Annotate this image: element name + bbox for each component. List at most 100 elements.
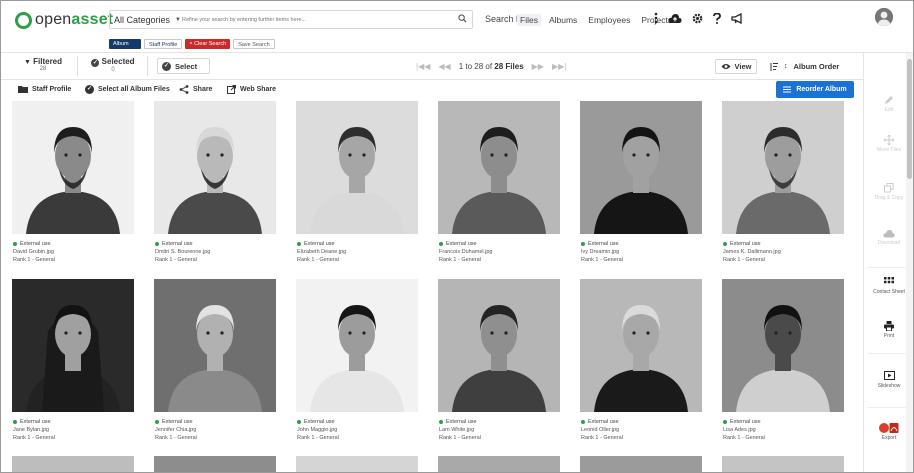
chip-staff-profile[interactable]: Staff Profile bbox=[144, 39, 183, 49]
staff-profile-action[interactable]: Staff Profile bbox=[18, 85, 71, 93]
first-page-icon[interactable]: |◀◀ bbox=[416, 62, 430, 71]
sort-order-dropdown[interactable]: ↕ Album Order bbox=[769, 59, 853, 74]
portrait-photo[interactable] bbox=[296, 101, 418, 234]
filtered-count: 28 bbox=[39, 66, 47, 72]
file-name[interactable]: Elizabeth Deane.jpg bbox=[297, 248, 346, 256]
file-rank: Rank 1 - General bbox=[439, 435, 481, 441]
file-card[interactable]: External use Francois Duhamel.jpg Rank 1 -… bbox=[434, 101, 564, 273]
megaphone-icon[interactable] bbox=[731, 12, 744, 24]
portrait-photo[interactable] bbox=[438, 101, 560, 234]
portrait-photo[interactable] bbox=[154, 101, 276, 234]
check-circle-icon: ✓ bbox=[91, 59, 100, 67]
share-button[interactable]: Share bbox=[179, 85, 212, 94]
filtered-tab[interactable]: ▼ Filtered 28 bbox=[17, 57, 69, 72]
more-vertical-icon[interactable] bbox=[654, 12, 658, 24]
sidebar-move-label: Move Files bbox=[876, 147, 902, 153]
openasset-logo[interactable]: openasset bbox=[15, 11, 113, 29]
save-search-button[interactable]: Save Search bbox=[233, 39, 275, 49]
selected-tab[interactable]: ✓ Selected 0 bbox=[85, 57, 141, 73]
file-card[interactable]: External use Dmitri S. Bourenne.jpg Rank 1… bbox=[150, 101, 280, 273]
file-name[interactable]: David Grubin.jpg bbox=[13, 248, 55, 256]
nav-employees[interactable]: Employees bbox=[585, 14, 633, 26]
view-button[interactable]: View bbox=[715, 59, 757, 74]
last-page-icon[interactable]: ▶▶| bbox=[552, 62, 566, 71]
status-dot-icon bbox=[155, 242, 159, 246]
file-card[interactable]: External use Leonid Oller.jpg Rank 1 - Gen… bbox=[576, 279, 706, 451]
logo-ring-icon bbox=[15, 11, 32, 29]
file-card[interactable]: External use Ivy Dreamin.jpg Rank 1 - Gene… bbox=[576, 101, 706, 273]
move-icon bbox=[884, 135, 894, 145]
web-share-button[interactable]: Web Share bbox=[227, 85, 276, 94]
search-input[interactable] bbox=[178, 12, 446, 27]
status-dot-icon bbox=[155, 420, 159, 424]
prev-page-icon[interactable]: ◀◀ bbox=[438, 62, 450, 71]
portrait-photo[interactable] bbox=[722, 279, 844, 412]
toolbar-divider bbox=[77, 56, 78, 76]
file-meta: External use Jennifer Chia.jpg Rank 1 - Ge… bbox=[155, 418, 197, 442]
export-icon bbox=[879, 423, 899, 433]
reorder-album-button[interactable]: Reorder Album bbox=[776, 81, 854, 98]
file-name[interactable]: Leonid Oller.jpg bbox=[581, 426, 623, 434]
usage-label: External use bbox=[588, 241, 619, 247]
help-icon[interactable] bbox=[713, 12, 721, 24]
nav-albums[interactable]: Albums bbox=[546, 14, 580, 26]
portrait-photo[interactable] bbox=[154, 279, 276, 412]
clear-search-button[interactable]: × Clear Search bbox=[185, 39, 231, 49]
portrait-photo[interactable] bbox=[438, 279, 560, 412]
sidebar-separator bbox=[868, 267, 910, 268]
select-all-album-files-button[interactable]: ✓ Select all Album Files bbox=[85, 85, 170, 94]
gear-icon[interactable] bbox=[692, 13, 703, 24]
file-meta: External use Leonid Oller.jpg Rank 1 - Gen… bbox=[581, 418, 623, 442]
status-dot-icon bbox=[439, 420, 443, 424]
share-icon bbox=[179, 85, 189, 94]
file-card[interactable]: External use Lam White.jpg Rank 1 - Genera… bbox=[434, 279, 564, 451]
file-card[interactable]: External use James K. Dallimann.jpg Rank 1… bbox=[718, 101, 848, 273]
file-name[interactable]: Francois Duhamel.jpg bbox=[439, 248, 493, 256]
nav-files[interactable]: Files bbox=[517, 14, 541, 26]
portrait-photo[interactable] bbox=[296, 279, 418, 412]
portrait-photo[interactable] bbox=[580, 279, 702, 412]
file-rank: Rank 1 - General bbox=[155, 435, 197, 441]
list-icon bbox=[783, 86, 792, 93]
file-name[interactable]: Jane Bylan.jpg bbox=[13, 426, 55, 434]
file-meta: External use Lisa Ades.jpg Rank 1 - Genera… bbox=[723, 418, 765, 442]
file-name[interactable]: Jennifer Chia.jpg bbox=[155, 426, 197, 434]
file-name[interactable]: Dmitri S. Bourenne.jpg bbox=[155, 248, 210, 256]
portrait-photo[interactable] bbox=[12, 279, 134, 412]
chip-album[interactable]: Album bbox=[109, 39, 141, 49]
file-name[interactable]: John Maggio.jpg bbox=[297, 426, 339, 434]
file-card[interactable]: External use Jennifer Chia.jpg Rank 1 - Ge… bbox=[150, 279, 280, 451]
file-card[interactable]: External use David Grubin.jpg Rank 1 - Gen… bbox=[8, 101, 138, 273]
page-scrollbar-thumb[interactable] bbox=[907, 59, 912, 179]
pager-range: 1 to 28 of bbox=[458, 62, 493, 71]
file-card[interactable]: External use Elizabeth Deane.jpg Rank 1 - … bbox=[292, 101, 422, 273]
logo-brand-suffix: asset bbox=[71, 11, 114, 28]
file-card[interactable]: External use Jane Bylan.jpg Rank 1 - Gener… bbox=[8, 279, 138, 451]
file-name[interactable]: Ivy Dreamin.jpg bbox=[581, 248, 623, 256]
usage-status: External use bbox=[297, 418, 339, 426]
next-page-icon[interactable]: ▶▶ bbox=[532, 62, 544, 71]
select-button[interactable]: ✓ Select bbox=[157, 58, 210, 74]
search-icon[interactable] bbox=[458, 14, 467, 23]
sidebar-download-label: Download bbox=[877, 240, 901, 246]
file-card[interactable]: External use John Maggio.jpg Rank 1 - Gene… bbox=[292, 279, 422, 451]
portrait-photo[interactable] bbox=[580, 101, 702, 234]
file-name[interactable]: James K. Dallimann.jpg bbox=[723, 248, 781, 256]
usage-label: External use bbox=[304, 419, 335, 425]
file-card[interactable]: External use Lisa Ades.jpg Rank 1 - Genera… bbox=[718, 279, 848, 451]
usage-label: External use bbox=[588, 419, 619, 425]
sidebar-separator bbox=[868, 407, 910, 408]
photo-peek bbox=[580, 456, 702, 472]
portrait-photo[interactable] bbox=[722, 101, 844, 234]
portrait-photo[interactable] bbox=[12, 101, 134, 234]
pagination: |◀◀ ◀◀ 1 to 28 of 28 Files ▶▶ ▶▶| bbox=[416, 62, 566, 71]
file-rank: Rank 1 - General bbox=[13, 257, 55, 263]
usage-label: External use bbox=[20, 241, 51, 247]
user-avatar[interactable] bbox=[875, 8, 893, 26]
usage-label: External use bbox=[730, 241, 761, 247]
status-dot-icon bbox=[581, 420, 585, 424]
category-select[interactable]: All Categories ▼ bbox=[110, 15, 181, 25]
cloud-upload-icon[interactable] bbox=[668, 13, 682, 24]
file-name[interactable]: Lam White.jpg bbox=[439, 426, 481, 434]
file-name[interactable]: Lisa Ades.jpg bbox=[723, 426, 765, 434]
